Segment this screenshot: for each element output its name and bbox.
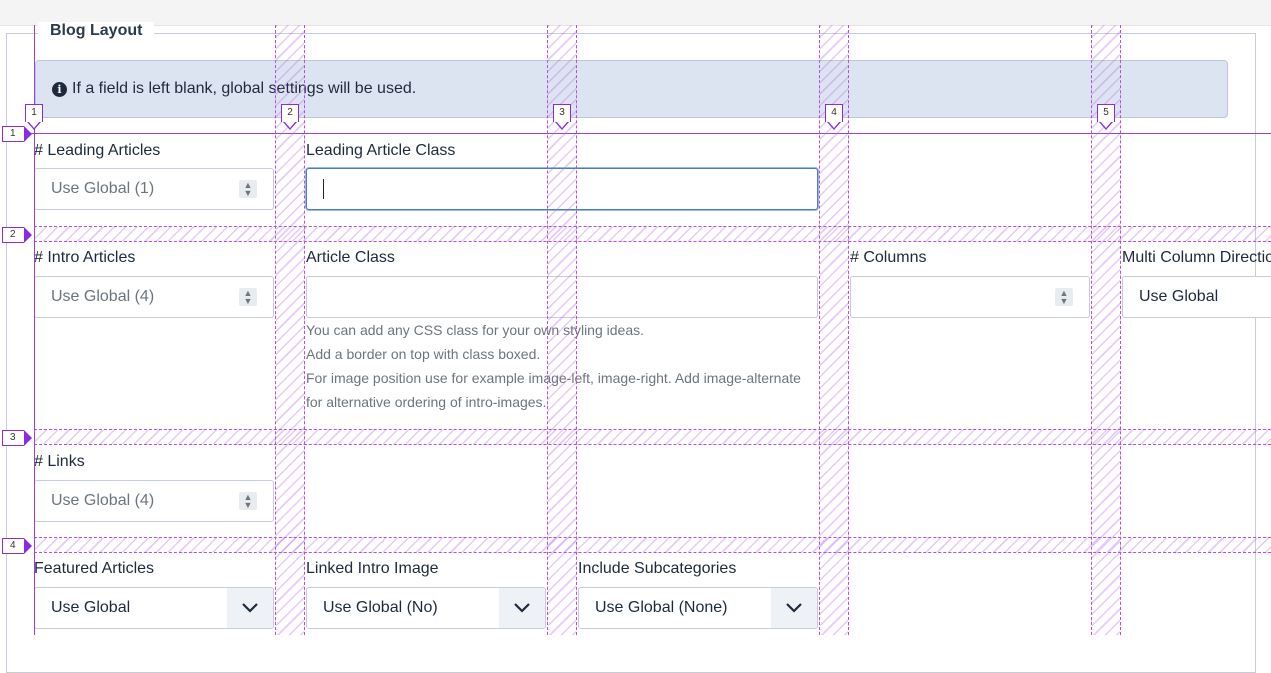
columns-input[interactable]: ▲ ▼ — [850, 276, 1090, 318]
links-placeholder: Use Global (4) — [51, 492, 155, 509]
chevron-down-icon[interactable] — [499, 588, 545, 628]
article-class-label: Article Class — [306, 249, 395, 266]
leading-articles-placeholder: Use Global (1) — [51, 180, 155, 197]
intro-articles-label: # Intro Articles — [34, 249, 136, 266]
include-subcategories-value: Use Global (None) — [595, 599, 728, 616]
info-alert-text: If a field is left blank, global setting… — [72, 80, 417, 97]
intro-articles-placeholder: Use Global (4) — [51, 288, 155, 305]
leading-article-class-label: Leading Article Class — [306, 142, 456, 159]
info-circle-icon: i — [52, 82, 67, 97]
number-spinner-icon[interactable]: ▲ ▼ — [239, 492, 257, 510]
chevron-down-icon[interactable] — [771, 588, 817, 628]
leading-articles-label: # Leading Articles — [34, 142, 161, 159]
leading-article-class-input[interactable] — [306, 168, 818, 210]
links-input[interactable]: Use Global (4) ▲ ▼ — [34, 480, 274, 522]
number-spinner-icon[interactable]: ▲ ▼ — [1055, 288, 1073, 306]
text-caret — [323, 179, 324, 199]
article-class-help-4: for alternative ordering of intro-images… — [306, 394, 547, 410]
number-spinner-icon[interactable]: ▲ ▼ — [239, 180, 257, 198]
include-subcategories-select[interactable]: Use Global (None) — [578, 587, 818, 629]
article-class-help-3: For image position use for example image… — [306, 370, 801, 386]
fieldset-legend: Blog Layout — [38, 22, 155, 40]
multi-column-direction-value: Use Global — [1139, 288, 1219, 305]
linked-intro-image-value: Use Global (No) — [323, 599, 438, 616]
article-class-input[interactable] — [306, 276, 818, 318]
linked-intro-image-select[interactable]: Use Global (No) — [306, 587, 546, 629]
include-subcategories-label: Include Subcategories — [578, 560, 737, 577]
article-class-help-2: Add a border on top with class boxed. — [306, 346, 541, 362]
article-class-help-1: You can add any CSS class for your own s… — [306, 322, 645, 338]
linked-intro-image-label: Linked Intro Image — [306, 560, 439, 577]
featured-articles-value: Use Global — [51, 599, 131, 616]
multi-column-direction-select[interactable]: Use Global — [1122, 276, 1271, 318]
multi-column-direction-label: Multi Column Directio — [1122, 249, 1271, 266]
number-spinner-icon[interactable]: ▲ ▼ — [239, 288, 257, 306]
links-label: # Links — [34, 453, 85, 470]
columns-label: # Columns — [850, 249, 927, 266]
intro-articles-input[interactable]: Use Global (4) ▲ ▼ — [34, 276, 274, 318]
featured-articles-label: Featured Articles — [34, 560, 155, 577]
info-alert: i If a field is left blank, global setti… — [35, 60, 1228, 118]
featured-articles-select[interactable]: Use Global — [34, 587, 274, 629]
chevron-down-icon[interactable] — [227, 588, 273, 628]
top-bar — [0, 0, 1271, 26]
leading-articles-input[interactable]: Use Global (1) ▲ ▼ — [34, 168, 274, 210]
